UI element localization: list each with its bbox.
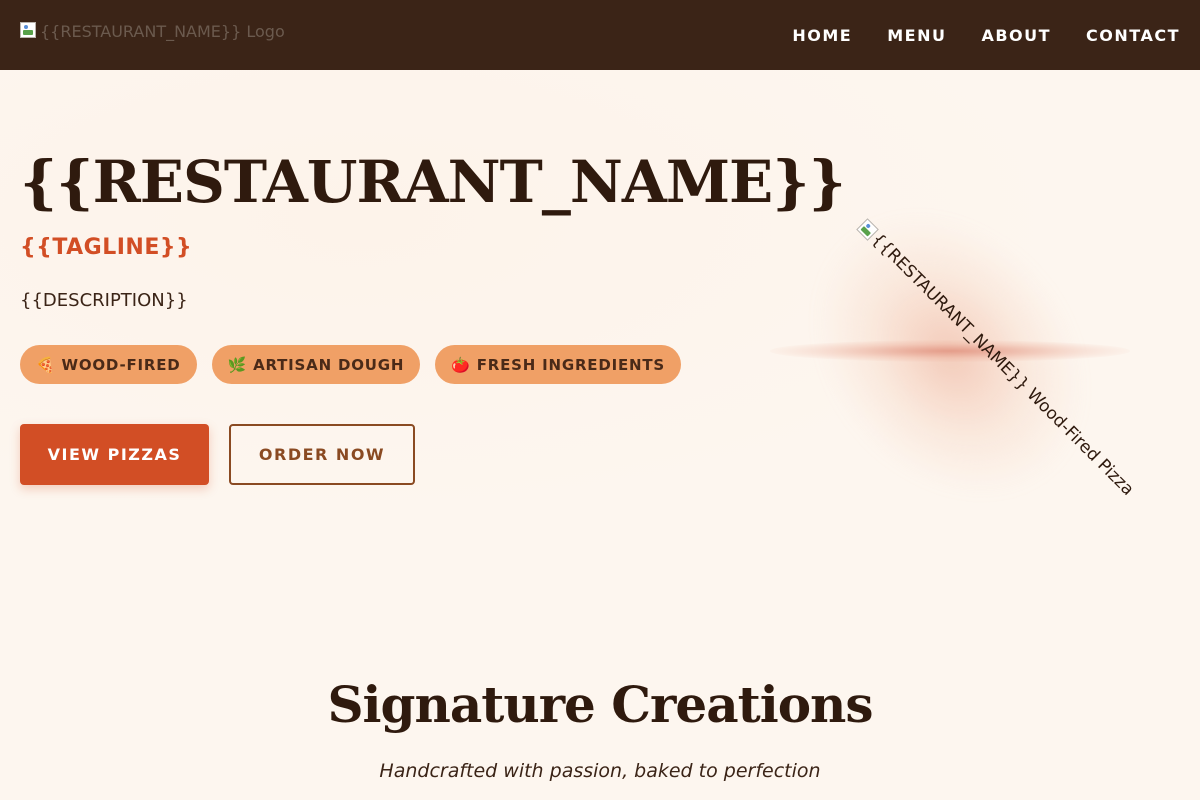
hero-description: {{DESCRIPTION}} [20, 290, 188, 311]
nav-link-home[interactable]: HOME [792, 26, 852, 45]
hero-image-shadow [770, 340, 1130, 362]
badge-label: WOOD-FIRED [61, 355, 181, 374]
badge-label: ARTISAN DOUGH [253, 355, 405, 374]
badge-fresh-ingredients: 🍅 FRESH INGREDIENTS [435, 345, 682, 384]
order-now-button[interactable]: ORDER NOW [229, 424, 415, 485]
broken-image-icon [20, 22, 36, 38]
nav-links: HOME MENU ABOUT CONTACT [792, 0, 1180, 70]
nav-link-contact[interactable]: CONTACT [1086, 26, 1180, 45]
feature-badges: 🍕 WOOD-FIRED 🌿 ARTISAN DOUGH 🍅 FRESH ING… [20, 345, 682, 384]
logo-alt-text: {{RESTAURANT_NAME}} Logo [40, 22, 285, 41]
view-pizzas-button[interactable]: VIEW PIZZAS [20, 424, 209, 485]
badge-wood-fired: 🍕 WOOD-FIRED [20, 345, 197, 384]
badge-label: FRESH INGREDIENTS [476, 355, 666, 374]
hero-image: {{RESTAURANT_NAME}} Wood-Fired Pizza [758, 159, 1142, 551]
tomato-icon: 🍅 [451, 355, 471, 374]
hero-tagline: {{TAGLINE}} [20, 235, 193, 260]
section-subtitle: Handcrafted with passion, baked to perfe… [379, 760, 821, 782]
logo[interactable]: {{RESTAURANT_NAME}} Logo [20, 22, 285, 48]
signature-creations-section: Signature Creations Handcrafted with pas… [0, 570, 1200, 800]
hero-title: {{RESTAURANT_NAME}} [20, 148, 846, 216]
top-navigation-bar: {{RESTAURANT_NAME}} Logo HOME MENU ABOUT… [0, 0, 1200, 70]
badge-artisan-dough: 🌿 ARTISAN DOUGH [211, 345, 421, 384]
hero-section: {{RESTAURANT_NAME}} {{TAGLINE}} {{DESCRI… [0, 70, 1200, 570]
nav-link-menu[interactable]: MENU [887, 26, 946, 45]
nav-link-about[interactable]: ABOUT [981, 26, 1051, 45]
hero-cta-row: VIEW PIZZAS ORDER NOW [20, 424, 415, 485]
herb-icon: 🌿 [227, 355, 248, 374]
pizza-icon: 🍕 [36, 355, 56, 374]
section-title: Signature Creations [327, 675, 873, 734]
